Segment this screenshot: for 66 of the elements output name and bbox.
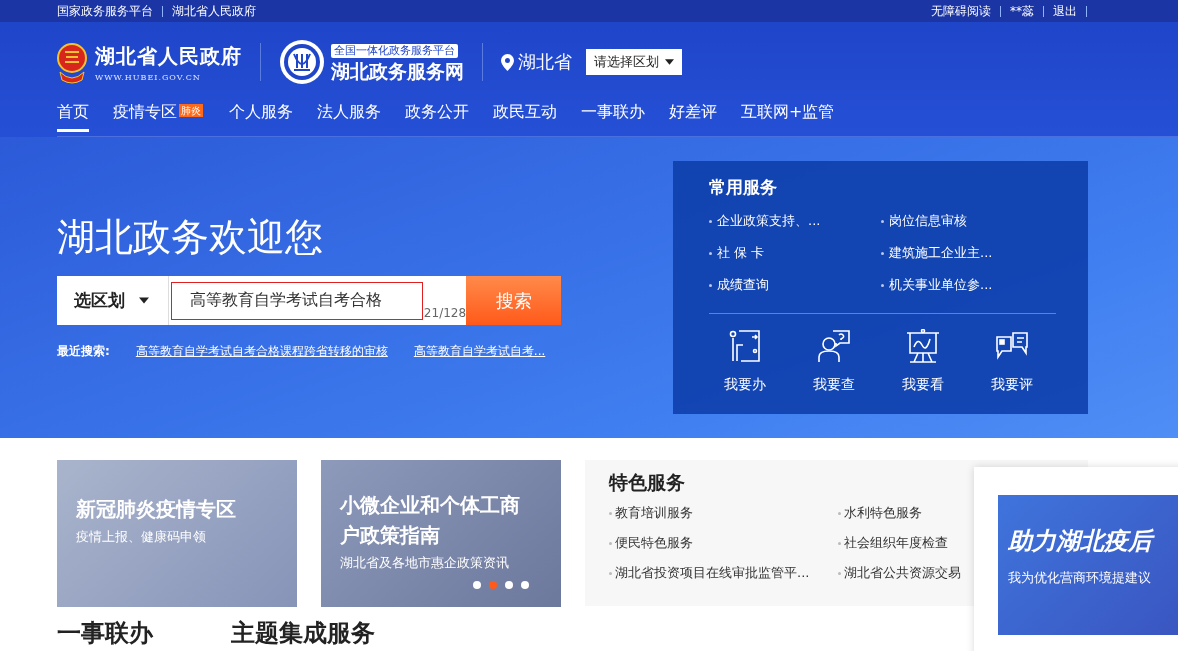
service-link[interactable]: 企业政策支持、... xyxy=(709,212,881,230)
card-title: 新冠肺炎疫情专区 xyxy=(76,496,237,523)
person-board-icon xyxy=(728,329,763,363)
location-pin-icon xyxy=(501,53,514,71)
top-link[interactable]: 国家政务服务平台 xyxy=(57,2,153,20)
nav-tab[interactable]: 政务公开 xyxy=(405,102,469,132)
location-label: 湖北省 xyxy=(518,50,572,74)
card-subtitle: 湖北省及各地市惠企政策资讯 xyxy=(340,554,510,572)
nav-tab[interactable]: 互联网+监管 xyxy=(741,102,835,132)
new-badge: 肺炎 xyxy=(179,104,203,117)
top-link[interactable]: 湖北省人民政府 xyxy=(172,2,256,20)
carousel-dot[interactable] xyxy=(505,581,513,589)
nav-tab[interactable]: 个人服务 xyxy=(229,102,293,132)
site-title: 湖北省人民政府 xyxy=(95,42,242,70)
recent-search-link[interactable]: 高等教育自学考试自考... xyxy=(413,343,546,360)
search-field[interactable]: 高等教育自学考试自考合格 xyxy=(170,281,423,320)
top-link[interactable]: 无障碍阅读 xyxy=(931,2,991,20)
region-select[interactable]: 请选择区划 xyxy=(586,49,682,75)
service-link[interactable]: 教育培训服务 xyxy=(609,504,838,522)
service-link[interactable]: 社会组织年度检查 xyxy=(838,534,978,552)
person-question-icon xyxy=(817,329,852,363)
service-shortcut[interactable]: 我要评 xyxy=(967,329,1056,394)
panel-title: 特色服务 xyxy=(609,470,686,495)
region-dropdown[interactable]: 选区划 xyxy=(57,276,169,325)
platform-tag: 全国一体化政务服务平台 xyxy=(331,44,458,58)
char-counter: 21/128 xyxy=(423,306,467,320)
nav-tab[interactable]: 首页 xyxy=(57,102,89,132)
card-title: 小微企业和个体工商户政策指南 xyxy=(340,492,521,549)
service-link[interactable]: 建筑施工企业主... xyxy=(881,244,1053,262)
top-link[interactable]: 退出 xyxy=(1053,2,1077,20)
nav-tab[interactable]: 一事联办 xyxy=(581,102,645,132)
site-url: WWW.HUBEI.GOV.CN xyxy=(95,72,202,82)
nav-tab[interactable]: 政民互动 xyxy=(493,102,557,132)
carousel-dot[interactable] xyxy=(521,581,529,589)
recent-label: 最近搜索: xyxy=(57,343,110,360)
service-link[interactable]: 水利特色服务 xyxy=(838,504,978,522)
service-shortcut[interactable]: 我要看 xyxy=(878,329,968,394)
service-shortcut[interactable]: 我要查 xyxy=(789,329,879,394)
section-heading: 一事联办 xyxy=(57,618,153,649)
section-heading: 主题集成服务 xyxy=(231,618,375,649)
service-link[interactable]: 成绩查询 xyxy=(709,276,881,294)
site-title: 湖北政务服务网 xyxy=(331,59,464,84)
presentation-board-icon xyxy=(905,329,940,363)
caret-icon xyxy=(139,297,149,304)
nav-tab[interactable]: 疫情专区 肺炎 xyxy=(113,102,205,132)
service-link[interactable]: 湖北省公共资源交易 xyxy=(838,564,978,582)
top-link[interactable]: **蕊 xyxy=(1010,2,1034,20)
lyre-logo-icon xyxy=(279,39,325,85)
service-shortcut[interactable]: 我要办 xyxy=(701,329,790,394)
carousel-dot[interactable] xyxy=(473,581,481,589)
banner-title: 助力湖北疫后 xyxy=(1008,525,1178,557)
service-link[interactable]: 机关事业单位参... xyxy=(881,276,1053,294)
banner-subtitle: 我为优化营商环境提建议 xyxy=(1008,569,1152,587)
service-link[interactable]: 湖北省投资项目在线审批监管平... xyxy=(609,564,838,582)
service-link[interactable]: 便民特色服务 xyxy=(609,534,838,552)
nav-tab[interactable]: 法人服务 xyxy=(317,102,381,132)
panel-title: 常用服务 xyxy=(709,176,778,199)
card-subtitle: 疫情上报、健康码申领 xyxy=(76,528,207,546)
service-link[interactable]: 岗位信息审核 xyxy=(881,212,1053,230)
caret-icon xyxy=(665,59,674,65)
nav-tab[interactable]: 好差评 xyxy=(669,102,717,132)
carousel-dot[interactable] xyxy=(489,581,497,589)
promo-banner[interactable]: 助力湖北疫后 我为优化营商环境提建议 xyxy=(998,495,1178,635)
welcome-title: 湖北政务欢迎您 xyxy=(57,214,324,261)
recent-search-link[interactable]: 高等教育自学考试自考合格课程跨省转移的审核 xyxy=(135,343,388,360)
service-link[interactable]: 社 保 卡 xyxy=(709,244,881,262)
